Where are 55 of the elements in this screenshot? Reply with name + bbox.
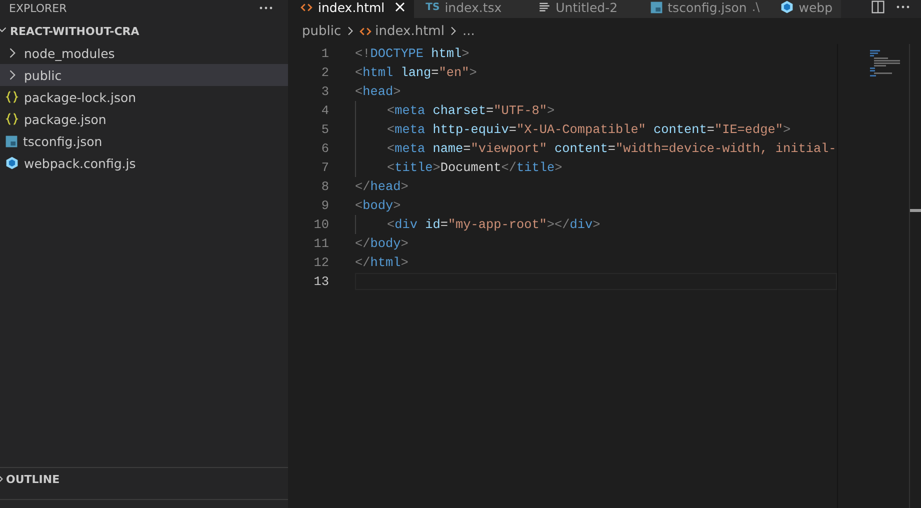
line-number: 2 xyxy=(320,65,329,80)
config-file-icon xyxy=(650,0,663,14)
file-tree-item[interactable]: package.json xyxy=(0,108,288,130)
line-number: 3 xyxy=(320,84,329,99)
code-line: </body> xyxy=(355,236,408,251)
line-number: 4 xyxy=(320,103,329,118)
code-line: <!DOCTYPE html> xyxy=(355,46,470,61)
line-number: 13 xyxy=(312,274,329,289)
typescript-icon: TS xyxy=(426,2,440,12)
file-tree-item[interactable]: public xyxy=(0,64,288,86)
editor-tab[interactable]: webp xyxy=(768,0,841,18)
curly-braces-icon xyxy=(5,90,19,104)
line-number: 12 xyxy=(312,255,329,270)
cube-icon xyxy=(780,0,794,14)
breadcrumb-item[interactable]: ... xyxy=(462,24,475,38)
curly-braces-icon xyxy=(5,112,19,126)
editor-tab[interactable]: index.html xyxy=(288,0,414,18)
editor-tab[interactable]: tsconfig.json .\ xyxy=(638,0,768,18)
minimap-drawing[interactable] xyxy=(870,50,900,78)
code-line: <meta http-equiv="X-UA-Compatible" content="IE=edge"> xyxy=(387,122,791,137)
line-number: 7 xyxy=(320,160,329,175)
line-number: 1 xyxy=(320,46,329,61)
split-editor-icon[interactable] xyxy=(871,0,885,14)
outline-section-header[interactable]: OUTLINE xyxy=(0,467,288,490)
code-line: <html lang="en"> xyxy=(355,65,477,80)
line-number: 10 xyxy=(312,217,329,232)
code-line: <meta charset="UTF-8"> xyxy=(387,103,555,118)
file-tree-item[interactable]: node_modules xyxy=(0,42,288,64)
code-line: <head> xyxy=(355,84,401,99)
project-folder[interactable]: REACT-WITHOUT-CRA xyxy=(10,24,140,38)
tab-description: .\ xyxy=(752,0,760,14)
file-tree-item[interactable]: webpack.config.js xyxy=(0,152,288,174)
scrollbar[interactable] xyxy=(909,44,921,508)
config-file-icon xyxy=(5,134,18,148)
breadcrumb-item[interactable]: public xyxy=(302,24,342,38)
code-line: </html> xyxy=(355,255,408,270)
line-number: 5 xyxy=(320,122,329,137)
line-number: 6 xyxy=(320,141,329,156)
file-tree-item[interactable]: package-lock.json xyxy=(0,86,288,108)
line-number: 9 xyxy=(320,198,329,213)
close-icon[interactable] xyxy=(394,1,406,13)
editor-tab[interactable]: TS index.tsx xyxy=(414,0,526,18)
text-lines-icon xyxy=(538,0,551,14)
line-number: 8 xyxy=(320,179,329,194)
code-line: <title>Document</title> xyxy=(387,160,562,175)
code-line: <div id="my-app-root"></div> xyxy=(387,217,600,232)
code-line: <meta name="viewport" content="width=device-width, initial- xyxy=(387,141,836,156)
editor-tab[interactable]: Untitled-2 xyxy=(526,0,638,18)
code-line: <body> xyxy=(355,198,401,213)
cube-icon xyxy=(5,156,19,170)
code-line: </head> xyxy=(355,179,408,194)
line-number: 11 xyxy=(312,236,329,251)
sidebar-title: EXPLORER xyxy=(9,2,67,14)
file-tree-item[interactable]: tsconfig.json xyxy=(0,130,288,152)
breadcrumb-item[interactable]: index.html xyxy=(375,24,444,38)
